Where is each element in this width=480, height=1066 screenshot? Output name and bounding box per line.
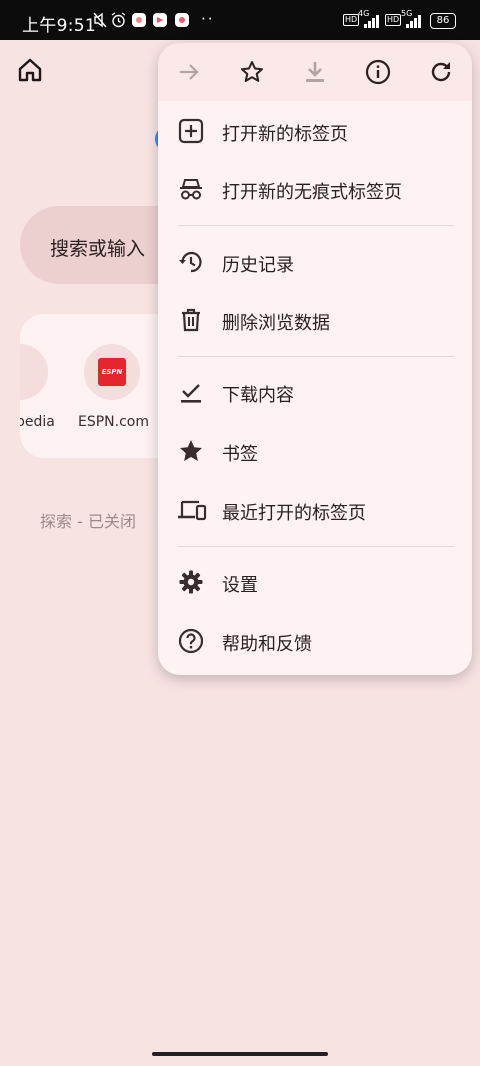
- menu-item-label: 删除浏览数据: [222, 313, 330, 334]
- shortcut-tile-espn[interactable]: ESPN: [84, 344, 140, 400]
- overflow-menu: 打开新的标签页 打开新的无痕式标签页 历史记录 删除浏览数据 下载内容 书签 最…: [158, 43, 472, 675]
- shortcut-label-wikipedia[interactable]: pedia: [20, 414, 55, 430]
- menu-divider: [178, 225, 454, 226]
- alarm-icon: [111, 12, 126, 28]
- incognito-icon: [178, 176, 204, 202]
- menu-divider: [178, 356, 454, 357]
- forward-button[interactable]: [174, 57, 204, 87]
- menu-item-label: 设置: [222, 575, 258, 596]
- menu-item-label: 打开新的标签页: [222, 124, 348, 145]
- menu-item-settings[interactable]: 设置: [158, 557, 472, 607]
- devices-icon: [178, 497, 207, 523]
- history-icon: [178, 249, 204, 275]
- reload-button[interactable]: [426, 57, 456, 87]
- menu-item-label: 书签: [222, 444, 258, 465]
- star-icon: [178, 438, 204, 464]
- gear-icon: [178, 569, 204, 595]
- network-type-label-2: 5G: [401, 9, 413, 18]
- downloads-check-icon: [178, 379, 204, 405]
- help-icon: [178, 628, 204, 654]
- espn-icon: ESPN: [98, 358, 126, 386]
- app-notification-icon: [132, 13, 146, 27]
- menu-item-incognito-tab[interactable]: 打开新的无痕式标签页: [158, 164, 472, 214]
- home-icon: [18, 58, 42, 82]
- reload-icon: [431, 62, 451, 82]
- menu-item-downloads[interactable]: 下载内容: [158, 367, 472, 417]
- hd-icon-2: HD: [385, 14, 402, 26]
- menu-item-label: 打开新的无痕式标签页: [222, 182, 402, 203]
- video-app-icon: [153, 13, 167, 27]
- menu-item-label: 下载内容: [222, 385, 294, 406]
- bookmark-page-button[interactable]: [237, 57, 267, 87]
- app-notification-icon-2: [175, 13, 189, 27]
- menu-item-new-tab[interactable]: 打开新的标签页: [158, 106, 472, 156]
- menu-item-history[interactable]: 历史记录: [158, 237, 472, 287]
- shortcut-tiles: W pedia ESPN ESPN.com: [20, 314, 180, 458]
- network-type-label: 4G: [358, 9, 370, 18]
- search-placeholder: 搜索或输入: [50, 238, 146, 260]
- battery-indicator: 86: [430, 13, 456, 29]
- trash-icon: [178, 307, 204, 333]
- download-page-button[interactable]: [300, 57, 330, 87]
- bookmark-star-icon: [241, 61, 263, 82]
- menu-item-label: 帮助和反馈: [222, 634, 312, 655]
- info-icon: [365, 59, 391, 85]
- download-icon: [306, 62, 324, 82]
- menu-item-label: 历史记录: [222, 255, 294, 276]
- hd-icon: HD: [343, 14, 360, 26]
- menu-item-label: 最近打开的标签页: [222, 503, 366, 524]
- menu-item-clear-browsing-data[interactable]: 删除浏览数据: [158, 295, 472, 345]
- menu-item-bookmarks[interactable]: 书签: [158, 426, 472, 476]
- more-notifications-icon: ··: [201, 10, 215, 28]
- forward-icon: [180, 64, 199, 80]
- menu-item-recent-tabs[interactable]: 最近打开的标签页: [158, 485, 472, 535]
- status-time: 上午9:51: [22, 16, 96, 36]
- menu-toolbar: [158, 43, 472, 101]
- status-bar: 上午9:51 ·· HD 4G HD 5G 86: [0, 0, 480, 40]
- gesture-navigation-bar[interactable]: [152, 1052, 328, 1056]
- explore-status[interactable]: 探索 - 已关闭: [40, 508, 136, 532]
- page-info-button[interactable]: [363, 57, 393, 87]
- menu-divider: [178, 546, 454, 547]
- mute-icon: [93, 12, 107, 28]
- shortcut-tile-wikipedia[interactable]: W: [20, 344, 48, 400]
- shortcut-label-espn[interactable]: ESPN.com: [78, 414, 149, 430]
- menu-item-help-feedback[interactable]: 帮助和反馈: [158, 616, 472, 666]
- home-button[interactable]: [16, 56, 44, 84]
- new-tab-icon: [178, 118, 204, 144]
